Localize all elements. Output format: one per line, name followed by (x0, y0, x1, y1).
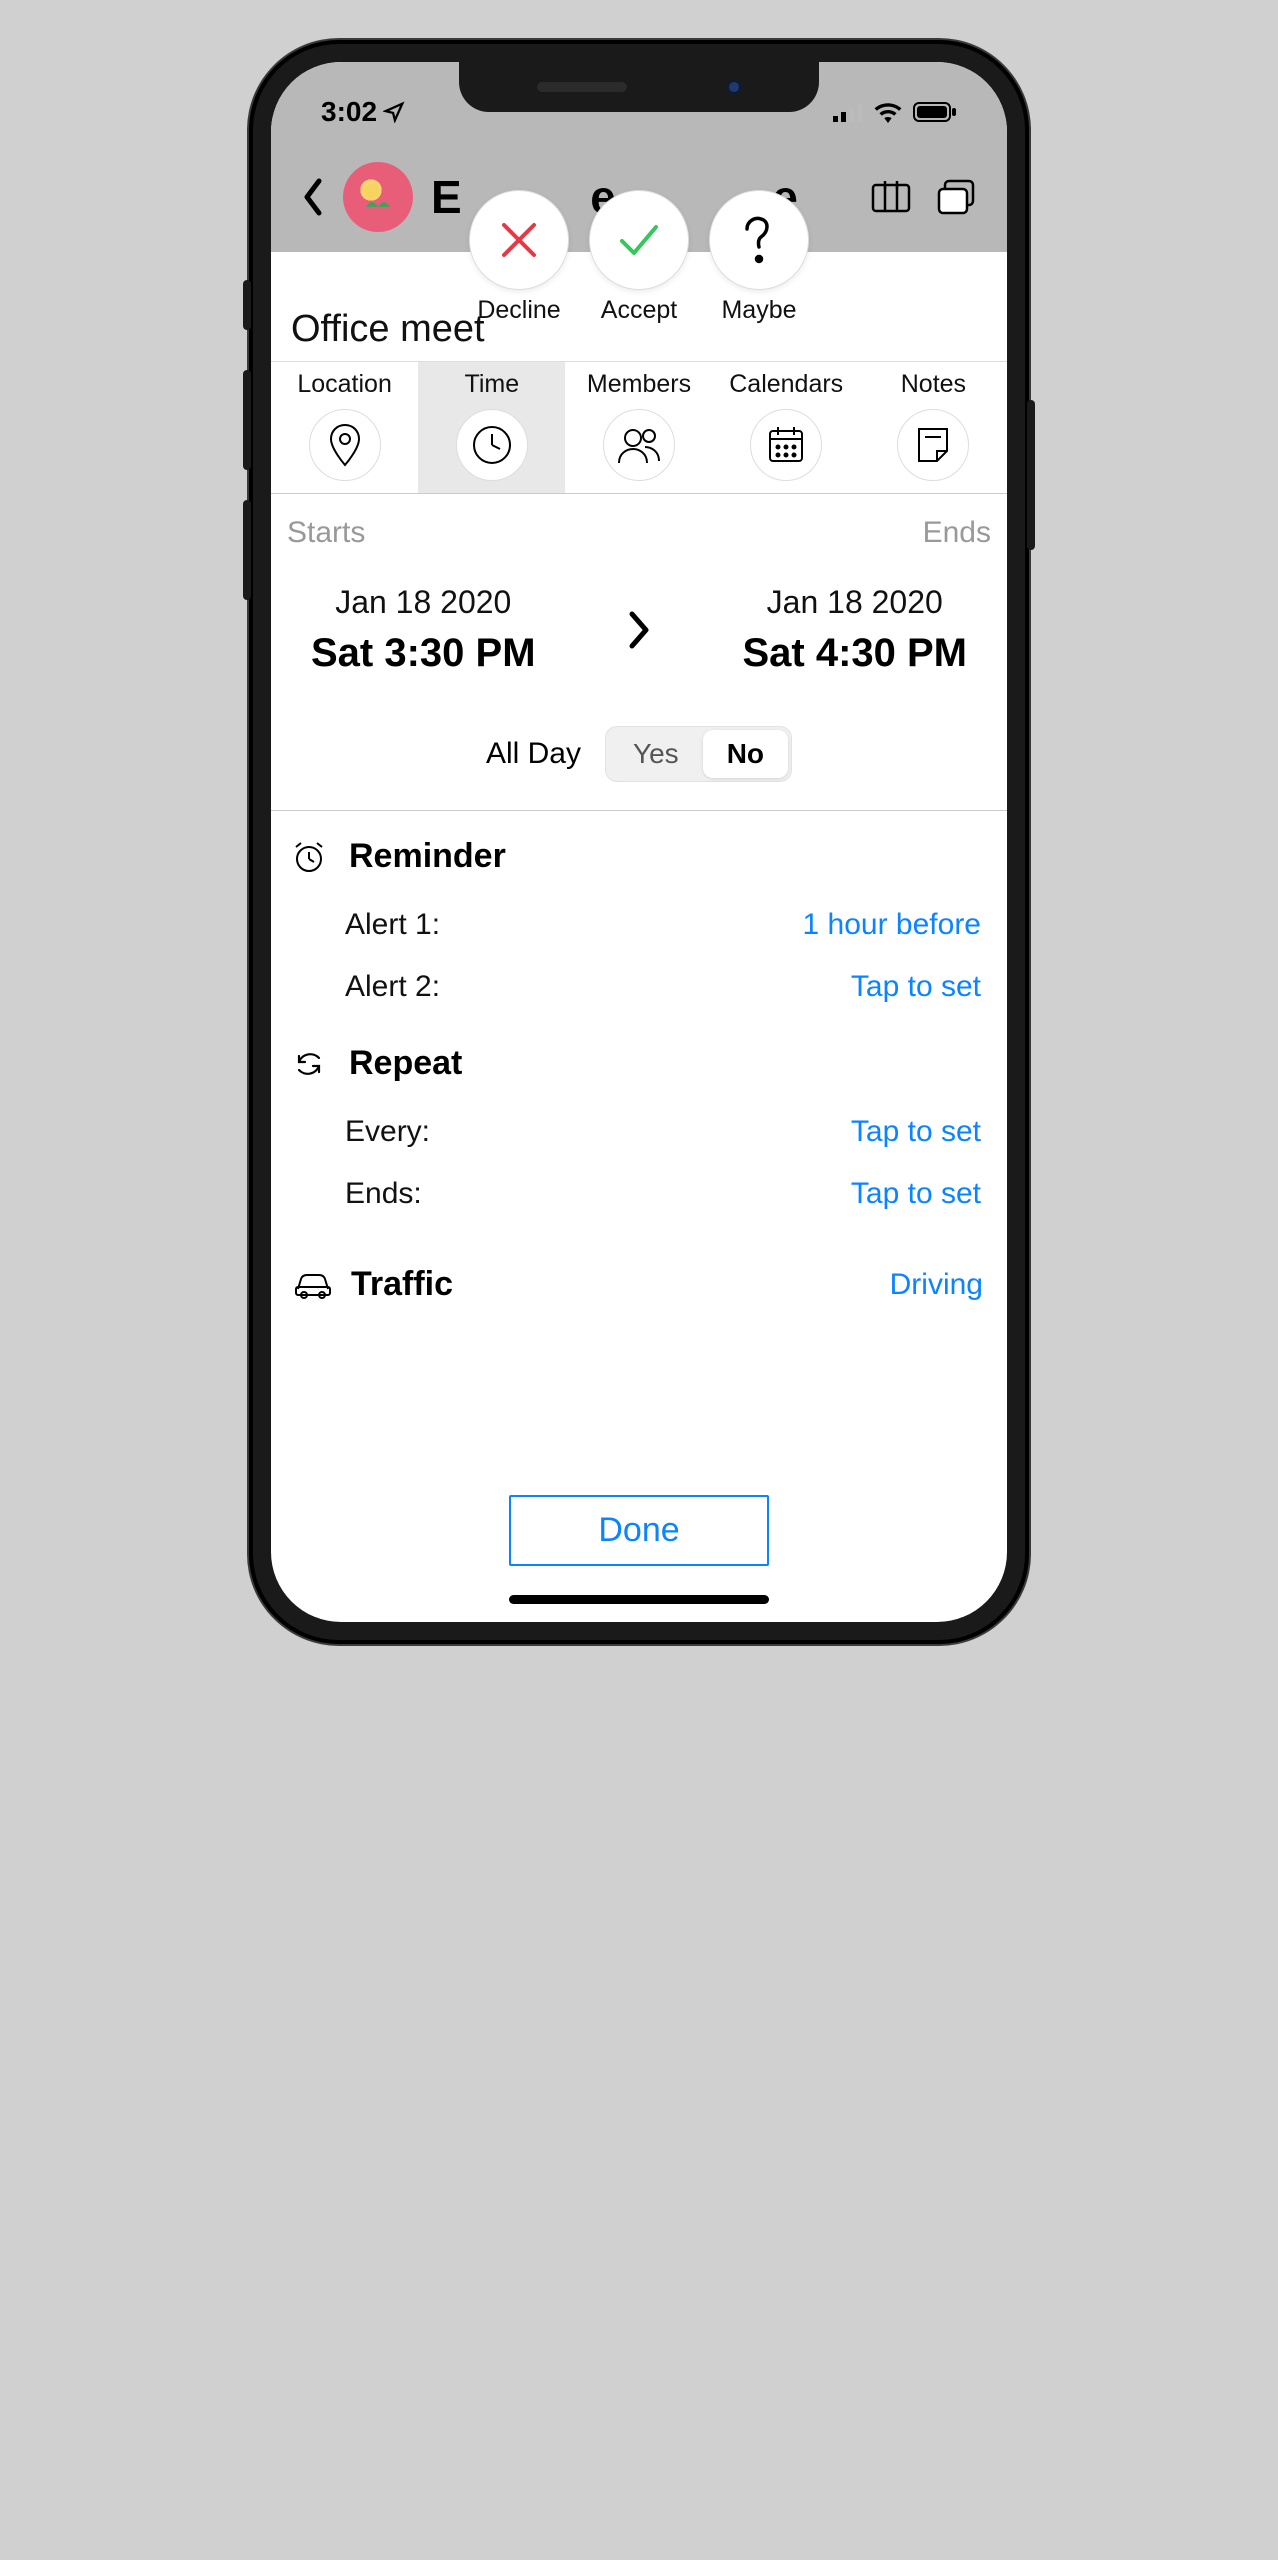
done-wrap: Done (271, 1495, 1007, 1566)
phone-volume-up (243, 370, 251, 470)
event-sheet: Office meet Location Time Members (271, 252, 1007, 1304)
wifi-icon (873, 101, 903, 123)
event-tabs: Location Time Members (271, 362, 1007, 494)
traffic-row[interactable]: Traffic Driving (271, 1225, 1007, 1304)
tab-time-label: Time (464, 370, 519, 399)
nav-windows-icon[interactable] (937, 179, 977, 215)
dates-row: Jan 18 2020 Sat 3:30 PM Jan 18 2020 Sat … (271, 550, 1007, 676)
starts-ends-header: Starts Ends (271, 494, 1007, 550)
alarm-clock-icon (291, 840, 327, 874)
phone-volume-down (243, 500, 251, 600)
ends-label: Ends (923, 516, 991, 550)
front-camera (727, 80, 741, 94)
speaker-grille (537, 82, 627, 92)
repeat-every-row[interactable]: Every: Tap to set (291, 1101, 987, 1163)
start-daytime: Sat 3:30 PM (311, 631, 536, 676)
location-arrow-icon (383, 101, 405, 123)
status-time: 3:02 (321, 96, 377, 128)
repeat-ends-row[interactable]: Ends: Tap to set (291, 1163, 987, 1225)
tab-notes-label: Notes (901, 370, 966, 399)
allday-row: All Day Yes No (271, 676, 1007, 811)
back-chevron-icon[interactable] (301, 177, 325, 217)
repeat-title: Repeat (349, 1044, 462, 1083)
start-datetime[interactable]: Jan 18 2020 Sat 3:30 PM (311, 584, 536, 676)
screen: 3:02 (271, 62, 1007, 1622)
cellular-signal-icon (833, 102, 863, 122)
battery-icon (913, 101, 957, 123)
people-icon (603, 409, 675, 481)
decline-x-icon (494, 215, 544, 265)
maybe-question-icon (737, 213, 781, 267)
calendar-icon (750, 409, 822, 481)
location-pin-icon (309, 409, 381, 481)
maybe-button[interactable] (709, 190, 809, 290)
end-datetime[interactable]: Jan 18 2020 Sat 4:30 PM (742, 584, 967, 676)
alert1-value: 1 hour before (803, 908, 981, 942)
end-date: Jan 18 2020 (742, 584, 967, 621)
tab-members-label: Members (587, 370, 691, 399)
repeat-ends-value: Tap to set (851, 1177, 981, 1211)
calendar-avatar (343, 162, 413, 232)
traffic-title: Traffic (351, 1265, 453, 1304)
nav-swap-icon[interactable] (871, 179, 911, 215)
tab-time[interactable]: Time (418, 362, 565, 493)
phone-power-button (1027, 400, 1035, 550)
decline-label: Decline (477, 296, 560, 325)
allday-no[interactable]: No (703, 730, 788, 778)
maybe-label: Maybe (721, 296, 796, 325)
alert2-value: Tap to set (851, 970, 981, 1004)
rsvp-row: Decline Accept Maybe (469, 190, 809, 325)
repeat-every-label: Every: (345, 1115, 430, 1149)
accept-button[interactable] (589, 190, 689, 290)
tab-notes[interactable]: Notes (860, 362, 1007, 493)
tab-members[interactable]: Members (565, 362, 712, 493)
decline-button[interactable] (469, 190, 569, 290)
done-button[interactable]: Done (509, 1495, 769, 1566)
clock-icon (456, 409, 528, 481)
reminder-section: Reminder Alert 1: 1 hour before Alert 2:… (271, 811, 1007, 1018)
starts-label: Starts (287, 516, 365, 550)
tab-location[interactable]: Location (271, 362, 418, 493)
traffic-value: Driving (890, 1268, 983, 1302)
chevron-right-icon (626, 608, 652, 652)
home-indicator[interactable] (509, 1595, 769, 1604)
alert2-row[interactable]: Alert 2: Tap to set (291, 956, 987, 1018)
repeat-every-value: Tap to set (851, 1115, 981, 1149)
notch (459, 62, 819, 112)
reminder-title: Reminder (349, 837, 506, 876)
alert2-label: Alert 2: (345, 970, 440, 1004)
note-icon (897, 409, 969, 481)
repeat-header: Repeat (291, 1044, 987, 1101)
repeat-section: Repeat Every: Tap to set Ends: Tap to se… (271, 1018, 1007, 1225)
phone-frame: 3:02 (249, 40, 1029, 1644)
start-date: Jan 18 2020 (311, 584, 536, 621)
allday-label: All Day (486, 737, 581, 771)
car-icon (291, 1271, 335, 1299)
tab-calendars-label: Calendars (729, 370, 843, 399)
alert1-label: Alert 1: (345, 908, 440, 942)
reminder-header: Reminder (291, 837, 987, 894)
accept-label: Accept (601, 296, 677, 325)
repeat-arrows-icon (291, 1048, 327, 1080)
allday-yes[interactable]: Yes (609, 730, 703, 778)
alert1-row[interactable]: Alert 1: 1 hour before (291, 894, 987, 956)
tab-location-label: Location (297, 370, 392, 399)
repeat-ends-label: Ends: (345, 1177, 422, 1211)
accept-check-icon (612, 213, 666, 267)
allday-toggle[interactable]: Yes No (605, 726, 792, 782)
phone-mute-switch (243, 280, 251, 330)
end-daytime: Sat 4:30 PM (742, 631, 967, 676)
tab-calendars[interactable]: Calendars (713, 362, 860, 493)
